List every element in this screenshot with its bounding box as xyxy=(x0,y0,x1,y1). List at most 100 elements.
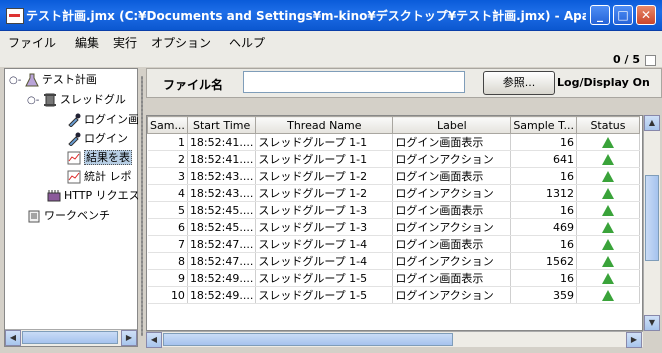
cell-thread-name: スレッドグループ 1-3 xyxy=(255,201,394,219)
cell-start-time: 18:52:43.... xyxy=(187,167,257,185)
menu-file[interactable]: ファイル xyxy=(8,34,56,51)
maximize-button[interactable]: □ xyxy=(613,5,633,25)
cell-status xyxy=(576,252,640,270)
table-row[interactable]: 1 18:52:41.... スレッドグループ 1-1 ログイン画面表示 16 xyxy=(147,133,640,151)
scroll-thumb[interactable] xyxy=(163,333,453,346)
cell-sample-time: 16 xyxy=(510,133,577,151)
cell-thread-name: スレッドグループ 1-4 xyxy=(255,252,394,270)
success-triangle-icon xyxy=(601,205,614,216)
column-header-start-time[interactable]: Start Time xyxy=(186,116,257,134)
scroll-up-arrow-icon[interactable]: ▲ xyxy=(644,115,660,131)
cell-sample-time: 16 xyxy=(510,201,577,219)
cell-status xyxy=(576,218,640,236)
cell-label: ログインアクション xyxy=(392,184,512,202)
cell-start-time: 18:52:49.... xyxy=(187,269,257,287)
scroll-down-arrow-icon[interactable]: ▼ xyxy=(644,315,660,331)
close-button[interactable]: ✕ xyxy=(636,5,656,25)
column-header-status[interactable]: Status xyxy=(575,116,640,134)
cell-thread-name: スレッドグループ 1-3 xyxy=(255,218,394,236)
cell-status xyxy=(576,286,640,304)
table-row[interactable]: 9 18:52:49.... スレッドグループ 1-5 ログイン画面表示 16 xyxy=(147,269,640,287)
column-header-sample[interactable]: Sam... xyxy=(147,116,188,134)
app-icon xyxy=(6,8,24,24)
dropper-icon xyxy=(67,113,81,128)
cell-status xyxy=(576,201,640,219)
scroll-thumb[interactable] xyxy=(22,331,118,344)
table-row[interactable]: 7 18:52:47.... スレッドグループ 1-4 ログイン画面表示 16 xyxy=(147,235,640,253)
menu-help[interactable]: ヘルプ xyxy=(229,34,265,51)
column-header-thread-name[interactable]: Thread Name xyxy=(255,116,394,134)
cell-label: ログイン画面表示 xyxy=(392,201,512,219)
scroll-left-arrow-icon[interactable]: ◀ xyxy=(146,332,162,348)
table-row[interactable]: 10 18:52:49.... スレッドグループ 1-5 ログインアクション 359 xyxy=(147,286,640,304)
results-table[interactable]: Sam... Start Time Thread Name Label Samp… xyxy=(146,115,643,331)
scroll-thumb[interactable] xyxy=(645,175,659,261)
cell-label: ログイン画面表示 xyxy=(392,269,512,287)
tree-node-workbench[interactable]: ワークベンチ xyxy=(27,207,110,225)
cell-thread-name: スレッドグループ 1-2 xyxy=(255,184,394,202)
success-triangle-icon xyxy=(601,188,614,199)
tree-expander-icon[interactable]: ○- xyxy=(9,75,21,86)
panel-splitter[interactable] xyxy=(138,68,146,347)
spool-icon xyxy=(43,93,57,107)
cell-sample-time: 16 xyxy=(510,235,577,253)
table-row[interactable]: 8 18:52:47.... スレッドグループ 1-4 ログインアクション 1562 xyxy=(147,252,640,270)
table-horizontal-scrollbar[interactable]: ◀ ▶ xyxy=(146,331,643,348)
cell-start-time: 18:52:45.... xyxy=(187,218,257,236)
dropper-icon xyxy=(67,132,81,147)
cell-start-time: 18:52:41.... xyxy=(187,150,257,168)
column-header-sample-time[interactable]: Sample T... xyxy=(510,116,577,134)
scroll-left-arrow-icon[interactable]: ◀ xyxy=(5,330,21,346)
cell-sample-number: 4 xyxy=(147,184,188,202)
success-triangle-icon xyxy=(601,290,614,301)
cell-sample-number: 7 xyxy=(147,235,188,253)
table-row[interactable]: 5 18:52:45.... スレッドグループ 1-3 ログイン画面表示 16 xyxy=(147,201,640,219)
menu-bar: ファイル 編集 実行 オプション ヘルプ xyxy=(0,31,662,54)
tree-node-thread-group[interactable]: ○- スレッドグル xyxy=(27,91,126,109)
status-strip: 0 / 5 xyxy=(0,53,662,67)
table-row[interactable]: 4 18:52:43.... スレッドグループ 1-2 ログインアクション 1312 xyxy=(147,184,640,202)
tree-label: ログイン画 xyxy=(84,113,139,126)
cell-sample-time: 16 xyxy=(510,167,577,185)
menu-edit[interactable]: 編集 xyxy=(75,34,99,51)
menu-run[interactable]: 実行 xyxy=(113,34,137,51)
cell-start-time: 18:52:41.... xyxy=(187,133,257,151)
tree-node-http-request[interactable]: HTTP リクエス xyxy=(47,187,140,205)
cell-thread-name: スレッドグループ 1-5 xyxy=(255,286,394,304)
menu-options[interactable]: オプション xyxy=(151,34,211,51)
success-triangle-icon xyxy=(601,273,614,284)
cell-label: ログインアクション xyxy=(392,252,512,270)
table-vertical-scrollbar[interactable]: ▲ ▼ xyxy=(643,115,660,331)
cell-sample-time: 359 xyxy=(510,286,577,304)
table-row[interactable]: 3 18:52:43.... スレッドグループ 1-2 ログイン画面表示 16 xyxy=(147,167,640,185)
cell-sample-time: 469 xyxy=(510,218,577,236)
table-row[interactable]: 2 18:52:41.... スレッドグループ 1-1 ログインアクション 641 xyxy=(147,150,640,168)
tree-node-summary-report[interactable]: 統計 レポ xyxy=(67,168,132,186)
tree-node-test-plan[interactable]: ○- テスト計画 xyxy=(9,71,97,89)
tree-label: ログイン xyxy=(84,132,128,145)
minimize-button[interactable]: _ xyxy=(590,5,610,25)
scroll-right-arrow-icon[interactable]: ▶ xyxy=(121,330,137,346)
cell-sample-time: 16 xyxy=(510,269,577,287)
tree-expander-icon[interactable]: ○- xyxy=(27,95,39,106)
column-header-label[interactable]: Label xyxy=(392,116,512,134)
file-name-input[interactable] xyxy=(243,71,465,93)
cell-thread-name: スレッドグループ 1-4 xyxy=(255,235,394,253)
tree-node-view-results[interactable]: 結果を表 xyxy=(67,149,132,167)
tree-node-login-action[interactable]: ログイン xyxy=(67,130,128,148)
cell-sample-number: 8 xyxy=(147,252,188,270)
tree-horizontal-scrollbar[interactable]: ◀ ▶ xyxy=(5,329,137,346)
cell-status xyxy=(576,184,640,202)
window-title: テスト計画.jmx (C:¥Documents and Settings¥m-k… xyxy=(26,9,586,23)
file-name-row: ファイル名 参照... Log/Display On xyxy=(146,68,662,98)
tree-label: テスト計画 xyxy=(41,73,97,86)
scroll-right-arrow-icon[interactable]: ▶ xyxy=(626,332,642,348)
table-row[interactable]: 6 18:52:45.... スレッドグループ 1-3 ログインアクション 469 xyxy=(147,218,640,236)
clipboard-icon xyxy=(27,209,41,223)
browse-button[interactable]: 参照... xyxy=(483,71,555,95)
cell-sample-time: 1312 xyxy=(510,184,577,202)
tree-node-login-page[interactable]: ログイン画 xyxy=(67,111,139,129)
test-plan-tree[interactable]: ○- テスト計画 ○- スレッドグル ログイン画 ログイン 結果を表 統計 レポ… xyxy=(4,68,140,347)
chart-icon xyxy=(67,151,81,165)
file-name-label: ファイル名 xyxy=(163,78,224,92)
